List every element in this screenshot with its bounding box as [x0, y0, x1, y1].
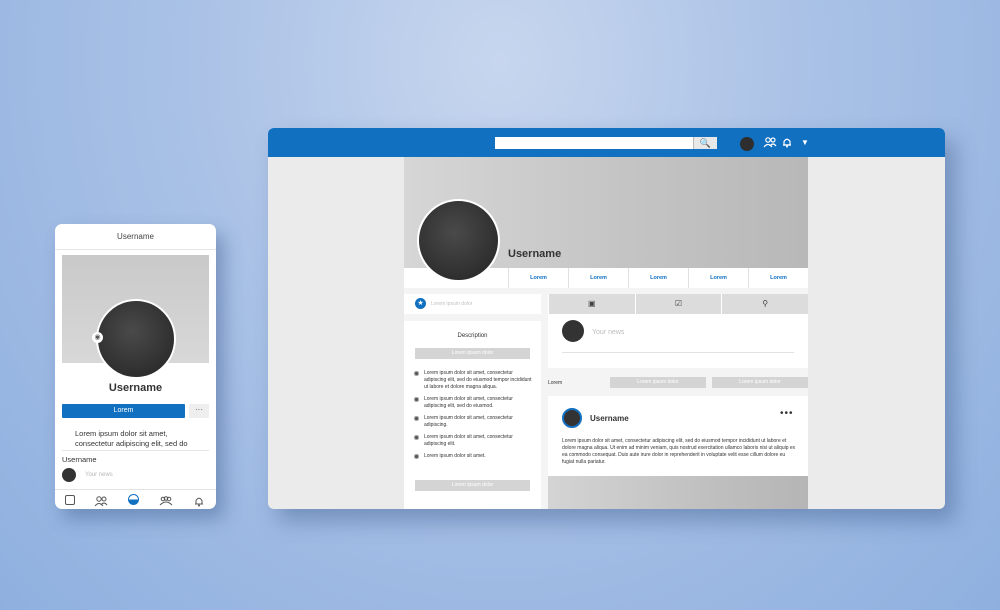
profile-main-column: Username Lorem Lorem Lorem Lorem Lorem ★… [404, 157, 809, 509]
post-image[interactable] [548, 476, 808, 509]
mobile-page-title: Username [55, 224, 216, 250]
list-item: Lorem ipsum dolor sit amet, consectetur … [414, 434, 534, 448]
list-item: Lorem ipsum dolor sit amet. [414, 453, 534, 460]
topbar-avatar[interactable] [740, 137, 754, 151]
bell-icon[interactable] [781, 136, 793, 151]
mobile-primary-button[interactable]: Lorem [62, 404, 185, 418]
friends-icon[interactable] [763, 136, 777, 151]
mobile-bottom-nav [55, 489, 216, 509]
tab-lorem-3[interactable]: Lorem [628, 268, 688, 288]
status-input-box[interactable]: ★ Lorem ipsum dolor [404, 294, 541, 314]
tab-lorem-4[interactable]: Lorem [688, 268, 748, 288]
list-item: Lorem ipsum dolor sit amet, consectetur … [414, 370, 534, 391]
mobile-profile-screen: Username ◉ Username Lorem ··· Lorem ipsu… [55, 224, 216, 509]
mobile-section-label: Username [62, 455, 97, 464]
bell-icon[interactable] [192, 494, 206, 506]
post-username[interactable]: Username [590, 414, 629, 423]
profile-icon[interactable] [127, 494, 139, 505]
description-top-button[interactable]: Lorem ipsum dolor [415, 348, 530, 359]
groups-icon[interactable] [159, 494, 173, 506]
post-avatar[interactable] [562, 408, 582, 428]
camera-icon[interactable]: ◉ [92, 332, 103, 343]
tab-lorem-2[interactable]: Lorem [568, 268, 628, 288]
mobile-description: Lorem ipsum dolor sit amet, consectetur … [75, 429, 188, 448]
star-icon: ★ [415, 298, 426, 309]
tab-lorem-1[interactable]: Lorem [508, 268, 568, 288]
checkbox-icon[interactable]: ☑ [634, 294, 722, 314]
friends-icon[interactable] [94, 494, 108, 506]
chevron-down-icon[interactable]: ▼ [801, 138, 809, 147]
composer-toolbar: ▣ ☑ ⚲ [548, 294, 809, 314]
filter-label: Lorem [548, 380, 563, 386]
composer-box[interactable]: Your news [548, 314, 808, 368]
search-icon[interactable]: 🔍 [693, 137, 717, 149]
desktop-profile-window: 🔍 ▼ Username Lorem Lorem Lorem Lorem Lor… [268, 128, 945, 509]
search-input[interactable] [495, 137, 694, 149]
filter-button-2[interactable]: Lorem ipsum dolor [712, 377, 808, 388]
mobile-more-button[interactable]: ··· [189, 404, 209, 418]
description-list: Lorem ipsum dolor sit amet, consectetur … [414, 370, 534, 465]
status-placeholder: Lorem ipsum dolor [431, 301, 473, 307]
feed-post: Username ••• Lorem ipsum dolor sit amet,… [548, 396, 808, 509]
divider [562, 352, 794, 353]
mobile-post-avatar [62, 468, 76, 482]
mobile-post-input[interactable]: Your news [85, 472, 113, 478]
filter-button-1[interactable]: Lorem ipsum dolor [610, 377, 706, 388]
profile-username: Username [508, 248, 562, 260]
description-panel: Description Lorem ipsum dolor Lorem ipsu… [404, 321, 541, 509]
list-item: Lorem ipsum dolor sit amet, consectetur … [414, 396, 534, 410]
mobile-avatar[interactable] [96, 299, 176, 379]
profile-avatar[interactable] [417, 199, 500, 282]
post-body: Lorem ipsum dolor sit amet, consectetur … [562, 438, 796, 465]
composer-placeholder[interactable]: Your news [592, 329, 624, 336]
video-icon[interactable]: ▣ [548, 294, 635, 314]
description-bottom-button[interactable]: Lorem ipsum dolor [415, 480, 530, 491]
square-icon[interactable] [64, 494, 75, 505]
composer-avatar [562, 320, 584, 342]
location-icon[interactable]: ⚲ [721, 294, 809, 314]
more-options-icon[interactable]: ••• [780, 408, 794, 419]
mobile-username: Username [108, 382, 163, 394]
tab-lorem-5[interactable]: Lorem [748, 268, 808, 288]
divider [62, 450, 209, 451]
profile-tabs: Lorem Lorem Lorem Lorem Lorem [508, 268, 808, 288]
list-item: Lorem ipsum dolor sit amet, consectetur … [414, 415, 534, 429]
top-bar: 🔍 ▼ [268, 128, 945, 157]
description-title: Description [457, 333, 488, 339]
